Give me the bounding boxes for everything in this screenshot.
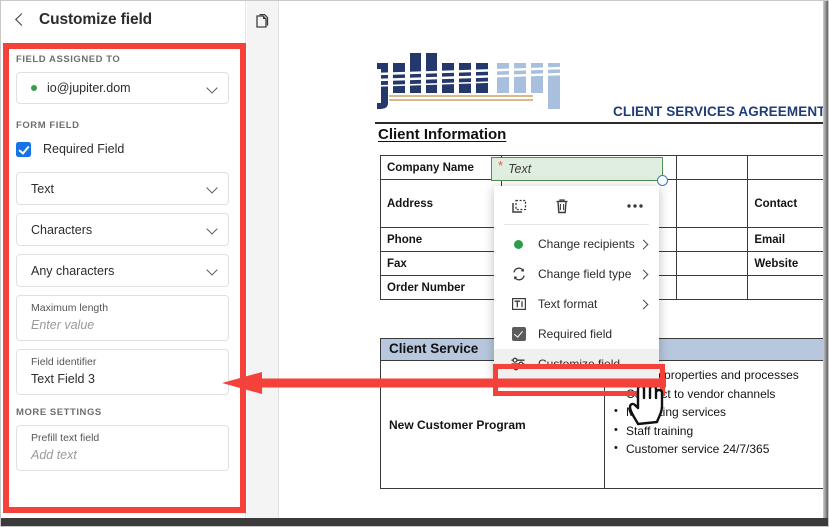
- field-identifier-field[interactable]: Field identifier Text Field 3: [16, 349, 229, 395]
- services-row-label: New Customer Program: [380, 360, 605, 489]
- field-type-value: Text: [31, 181, 54, 196]
- required-asterisk-icon: *: [498, 158, 504, 173]
- menu-item-change-recipients[interactable]: Change recipients: [494, 229, 659, 259]
- chevron-right-icon: [640, 270, 649, 279]
- validation-type-select[interactable]: Characters: [16, 213, 229, 246]
- checkbox-checked-icon[interactable]: [16, 141, 31, 157]
- validation-rule-select[interactable]: Any characters: [16, 254, 229, 287]
- section-heading-client-information: Client Information: [378, 126, 507, 143]
- context-menu-toolbar: [494, 190, 659, 222]
- services-bullet-cell: Set up properties and processes Connect …: [604, 360, 829, 489]
- field-type-select[interactable]: Text: [16, 172, 229, 205]
- field-identifier-input[interactable]: Text Field 3: [31, 370, 214, 388]
- maximum-length-input[interactable]: Enter value: [31, 316, 214, 334]
- cell-label: Contact: [747, 179, 829, 228]
- page-bottom-edge: [0, 518, 829, 527]
- form-field-label: FORM FIELD: [16, 120, 80, 131]
- cell-value[interactable]: [675, 275, 749, 300]
- required-field-label: Required Field: [43, 142, 125, 156]
- field-assigned-to-label: FIELD ASSIGNED TO: [16, 54, 121, 65]
- cell-label: Website: [747, 251, 829, 276]
- menu-item-required-field[interactable]: Required field: [494, 319, 659, 349]
- cell-value[interactable]: [675, 179, 749, 228]
- recipient-status-dot-icon: [31, 85, 37, 91]
- duplicate-icon[interactable]: [511, 198, 528, 215]
- customize-field-sidebar: Customize field FIELD ASSIGNED TO io@jup…: [0, 0, 246, 527]
- list-item: Connect to vendor channels: [613, 384, 820, 404]
- chevron-down-icon: [207, 265, 218, 276]
- recipient-value: io@jupiter.dom: [47, 81, 131, 95]
- sliders-icon: [510, 356, 527, 373]
- menu-item-change-field-type[interactable]: Change field type: [494, 259, 659, 289]
- cell-label: Fax: [380, 251, 502, 276]
- menu-item-label: Customize field: [538, 357, 621, 371]
- form-field-label: Text: [508, 162, 532, 176]
- menu-item-label: Change recipients: [538, 237, 635, 251]
- list-item: Staff training: [613, 421, 820, 441]
- menu-item-label: Text format: [538, 297, 598, 311]
- maximum-length-field[interactable]: Maximum length Enter value: [16, 295, 229, 341]
- chevron-down-icon: [207, 183, 218, 194]
- document-toolstrip: [247, 0, 279, 527]
- delete-icon[interactable]: [554, 198, 570, 215]
- validation-type-value: Characters: [31, 222, 93, 237]
- cell-value[interactable]: [747, 275, 829, 300]
- cell-label: Email: [747, 227, 829, 252]
- more-settings-label: MORE SETTINGS: [16, 407, 102, 418]
- page-title: Customize field: [39, 11, 153, 28]
- sidebar-header: Customize field: [0, 0, 245, 40]
- chevron-down-icon: [207, 224, 218, 235]
- recipient-dot-icon: [510, 236, 527, 253]
- form-field-resize-handle[interactable]: [657, 175, 668, 186]
- field-context-menu: Change recipients Change field type Text…: [494, 186, 659, 379]
- sidebar-body: FIELD ASSIGNED TO io@jupiter.dom FORM FI…: [0, 40, 245, 527]
- prefill-text-field[interactable]: Prefill text field Add text: [16, 425, 229, 471]
- services-bullet-list: Set up properties and processes Connect …: [613, 365, 820, 459]
- more-options-icon[interactable]: [626, 203, 644, 209]
- chevron-down-icon: [207, 83, 218, 94]
- cell-value[interactable]: [675, 251, 749, 276]
- header-rule: [375, 122, 829, 124]
- chevron-right-icon: [640, 240, 649, 249]
- cell-label: [747, 155, 829, 180]
- screenshot-root: Customize field FIELD ASSIGNED TO io@jup…: [0, 0, 829, 527]
- page-right-edge: [823, 0, 829, 518]
- menu-item-text-format[interactable]: Text format: [494, 289, 659, 319]
- refresh-icon: [510, 266, 527, 283]
- field-identifier-caption: Field identifier: [31, 356, 97, 368]
- recipient-select[interactable]: io@jupiter.dom: [16, 72, 229, 104]
- globalcorp-logo: [376, 53, 564, 109]
- table-row: New Customer Program Set up properties a…: [380, 360, 829, 489]
- checkbox-checked-icon: [510, 326, 527, 343]
- menu-item-label: Change field type: [538, 267, 632, 281]
- cell-label: Company Name: [380, 155, 502, 180]
- text-form-field[interactable]: * Text: [491, 157, 663, 181]
- prefill-caption: Prefill text field: [31, 432, 100, 444]
- menu-item-customize-field[interactable]: Customize field: [494, 349, 659, 379]
- required-field-checkbox-row[interactable]: Required Field: [16, 138, 229, 160]
- prefill-input[interactable]: Add text: [31, 446, 214, 464]
- document-header-title: CLIENT SERVICES AGREEMENT: [613, 104, 826, 119]
- cell-value[interactable]: [675, 155, 749, 180]
- validation-rule-value: Any characters: [31, 263, 115, 278]
- chevron-right-icon: [640, 300, 649, 309]
- cell-label: Order Number: [380, 275, 502, 300]
- menu-divider: [504, 224, 649, 225]
- cell-label: Phone: [380, 227, 502, 252]
- cell-label: Address: [380, 179, 502, 228]
- text-format-icon: [510, 296, 527, 313]
- list-item: Marketing services: [613, 402, 820, 422]
- list-item: Customer service 24/7/365: [613, 439, 820, 459]
- maximum-length-caption: Maximum length: [31, 302, 109, 314]
- cell-value[interactable]: [675, 227, 749, 252]
- chevron-left-icon[interactable]: [12, 12, 28, 28]
- menu-item-label: Required field: [538, 327, 613, 341]
- pages-icon[interactable]: [256, 14, 270, 29]
